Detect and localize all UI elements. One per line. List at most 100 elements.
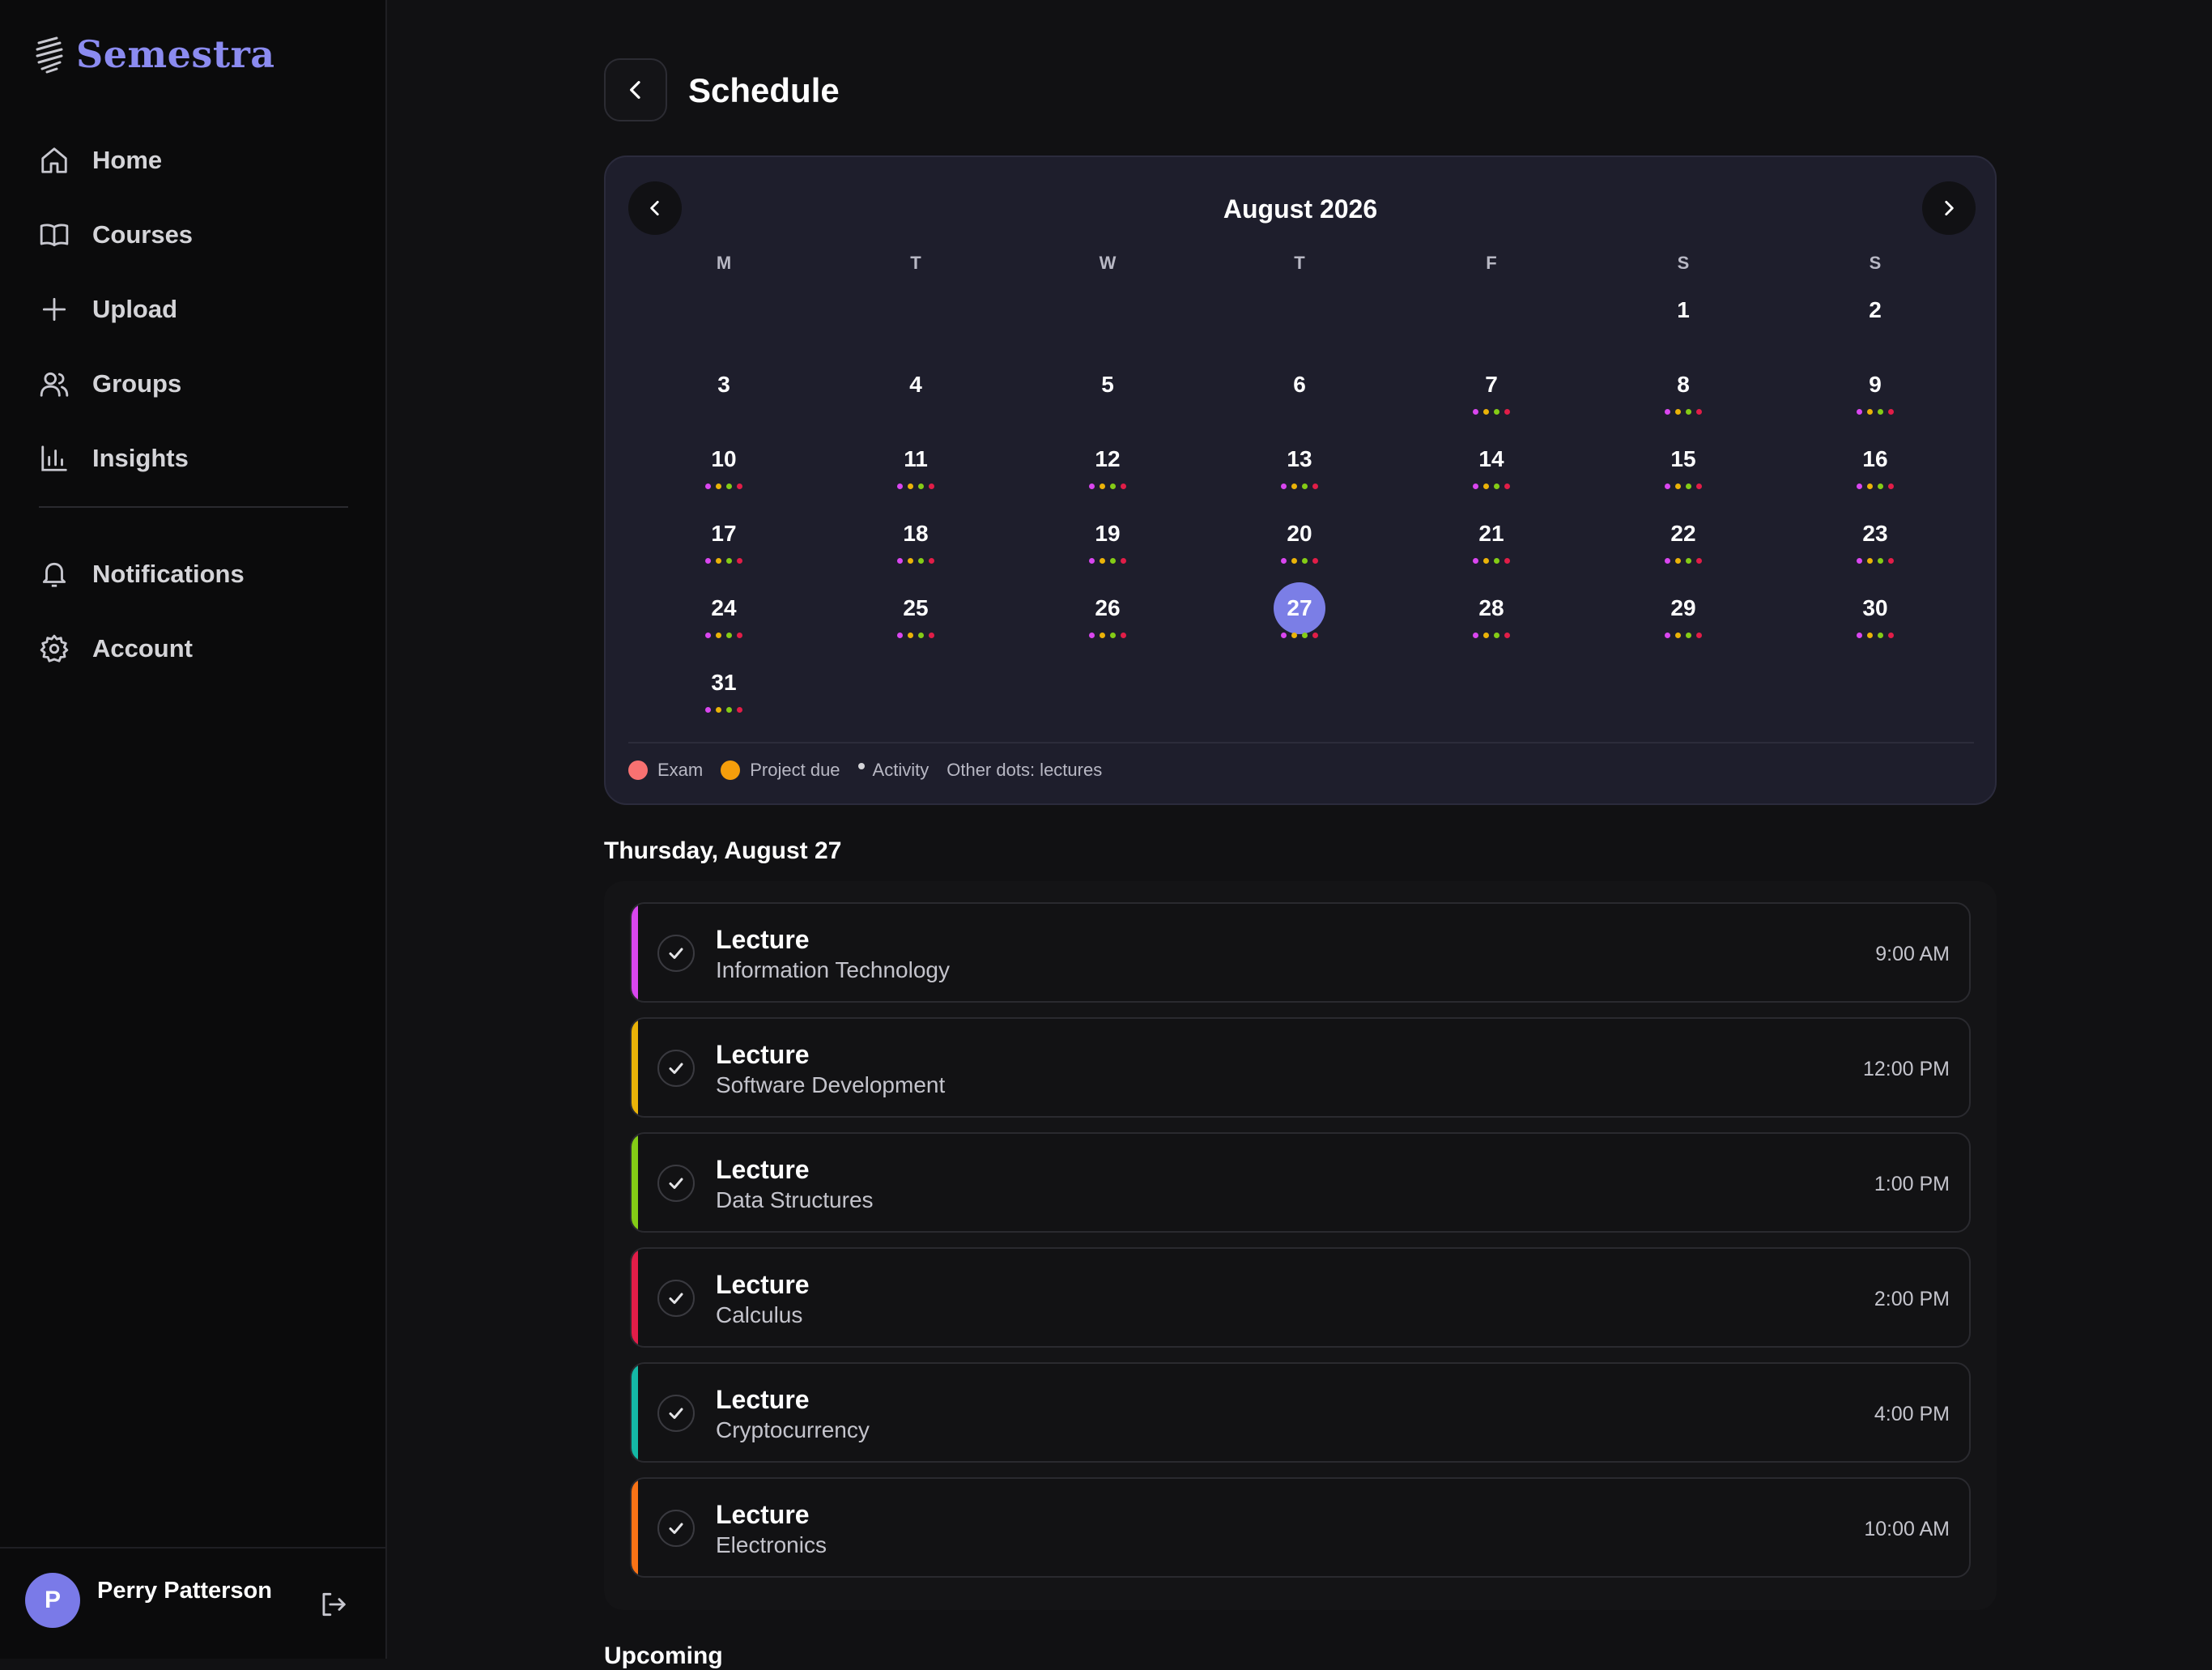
- calendar-day[interactable]: 26: [1051, 582, 1164, 647]
- calendar-day[interactable]: 6: [1243, 359, 1356, 424]
- event-dots: [859, 558, 972, 564]
- check-icon: [669, 1293, 683, 1304]
- back-button[interactable]: [604, 58, 667, 121]
- calendar-day[interactable]: 1: [1627, 284, 1740, 349]
- lecture-dot-icon: [1089, 558, 1095, 564]
- lecture-dot-icon: [737, 558, 742, 564]
- nav-item-notifications[interactable]: Notifications: [0, 537, 387, 611]
- chevron-left-icon: [630, 81, 640, 99]
- lecture-dot-icon: [1696, 633, 1702, 638]
- event-dots: [1627, 409, 1740, 415]
- event-time: 10:00 AM: [1864, 1518, 1950, 1540]
- legend: Exam Project due Activity Other dots: le…: [628, 760, 1120, 781]
- logout-icon[interactable]: [317, 1589, 348, 1620]
- sidebar: Semestra Home Courses Upload Groups Insi…: [0, 0, 387, 1659]
- event-course: Calculus: [716, 1302, 803, 1327]
- calendar-day[interactable]: 10: [667, 433, 781, 498]
- calendar-day[interactable]: 17: [667, 508, 781, 573]
- calendar-day[interactable]: 13: [1243, 433, 1356, 498]
- calendar-day[interactable]: 24: [667, 582, 781, 647]
- nav-item-upload[interactable]: Upload: [0, 272, 387, 347]
- event-card[interactable]: Lecture Data Structures 1:00 PM: [630, 1132, 1971, 1233]
- calendar-day[interactable]: 21: [1435, 508, 1548, 573]
- brand[interactable]: Semestra: [32, 32, 275, 76]
- day-number: 28: [1478, 595, 1504, 620]
- calendar-day[interactable]: 8: [1627, 359, 1740, 424]
- event-card[interactable]: Lecture Cryptocurrency 4:00 PM: [630, 1362, 1971, 1463]
- primary-nav: Home Courses Upload Groups Insights: [0, 123, 387, 496]
- next-month-button[interactable]: [1922, 181, 1976, 235]
- lecture-dot-icon: [1665, 558, 1670, 564]
- event-card[interactable]: Lecture Electronics 10:00 AM: [630, 1477, 1971, 1578]
- calendar-day[interactable]: 5: [1051, 359, 1164, 424]
- lecture-dot-icon: [1291, 484, 1297, 489]
- event-dots: [1243, 633, 1356, 638]
- day-number: 3: [717, 372, 730, 397]
- lecture-dot-icon: [716, 633, 721, 638]
- event-dots: [1243, 558, 1356, 564]
- calendar-day[interactable]: 31: [667, 657, 781, 722]
- nav-item-groups[interactable]: Groups: [0, 347, 387, 421]
- calendar-day[interactable]: 25: [859, 582, 972, 647]
- lecture-dot-icon: [1121, 484, 1126, 489]
- nav-item-account[interactable]: Account: [0, 611, 387, 686]
- activity-dot-icon: [857, 763, 865, 769]
- calendar-day[interactable]: 7: [1435, 359, 1548, 424]
- calendar-day[interactable]: 14: [1435, 433, 1548, 498]
- calendar-day[interactable]: 16: [1819, 433, 1932, 498]
- complete-toggle[interactable]: [657, 1280, 695, 1317]
- event-card[interactable]: Lecture Information Technology 9:00 AM: [630, 902, 1971, 1003]
- event-card[interactable]: Lecture Software Development 12:00 PM: [630, 1017, 1971, 1118]
- calendar-day[interactable]: 11: [859, 433, 972, 498]
- event-dots: [1435, 409, 1548, 415]
- complete-toggle[interactable]: [657, 1510, 695, 1547]
- nav-item-courses[interactable]: Courses: [0, 198, 387, 272]
- calendar-day[interactable]: 18: [859, 508, 972, 573]
- calendar-day[interactable]: 30: [1819, 582, 1932, 647]
- calendar-day-selected[interactable]: 27: [1243, 582, 1356, 647]
- calendar-day[interactable]: 22: [1627, 508, 1740, 573]
- complete-toggle[interactable]: [657, 1165, 695, 1202]
- course-color-bar: [632, 1019, 638, 1116]
- calendar-day[interactable]: 15: [1627, 433, 1740, 498]
- day-number: 29: [1670, 595, 1696, 620]
- lecture-dot-icon: [1686, 409, 1691, 415]
- calendar-day[interactable]: 19: [1051, 508, 1164, 573]
- complete-toggle[interactable]: [657, 935, 695, 972]
- lecture-dot-icon: [918, 558, 924, 564]
- lecture-dot-icon: [1888, 484, 1894, 489]
- lecture-dot-icon: [1494, 558, 1499, 564]
- lecture-dot-icon: [1110, 558, 1116, 564]
- complete-toggle[interactable]: [657, 1050, 695, 1087]
- calendar-day[interactable]: 29: [1627, 582, 1740, 647]
- event-card[interactable]: Lecture Calculus 2:00 PM: [630, 1247, 1971, 1348]
- lecture-dot-icon: [1110, 633, 1116, 638]
- month-label: August 2026: [1223, 194, 1378, 224]
- event-dots: [1435, 558, 1548, 564]
- calendar-day[interactable]: 3: [667, 359, 781, 424]
- event-dots: [1819, 558, 1932, 564]
- nav-item-home[interactable]: Home: [0, 123, 387, 198]
- calendar-day[interactable]: 28: [1435, 582, 1548, 647]
- lecture-dot-icon: [1483, 409, 1489, 415]
- complete-toggle[interactable]: [657, 1395, 695, 1432]
- day-number: 4: [909, 372, 922, 397]
- lecture-dot-icon: [737, 707, 742, 713]
- calendar-day[interactable]: 9: [1819, 359, 1932, 424]
- lecture-dot-icon: [726, 707, 732, 713]
- nav-item-insights[interactable]: Insights: [0, 421, 387, 496]
- calendar-day[interactable]: 2: [1819, 284, 1932, 349]
- calendar-day[interactable]: 23: [1819, 508, 1932, 573]
- lecture-dot-icon: [726, 484, 732, 489]
- weekday-label: S: [1869, 253, 1882, 273]
- day-number: 27: [1274, 582, 1325, 634]
- legend-other-label: Other dots: lectures: [946, 760, 1103, 780]
- calendar-day[interactable]: 20: [1243, 508, 1356, 573]
- avatar[interactable]: P: [25, 1573, 80, 1628]
- calendar-day[interactable]: 12: [1051, 433, 1164, 498]
- day-number: 15: [1670, 446, 1696, 471]
- lecture-dot-icon: [1675, 558, 1681, 564]
- lecture-dot-icon: [1121, 633, 1126, 638]
- calendar-day[interactable]: 4: [859, 359, 972, 424]
- nav-item-label: Notifications: [92, 560, 245, 588]
